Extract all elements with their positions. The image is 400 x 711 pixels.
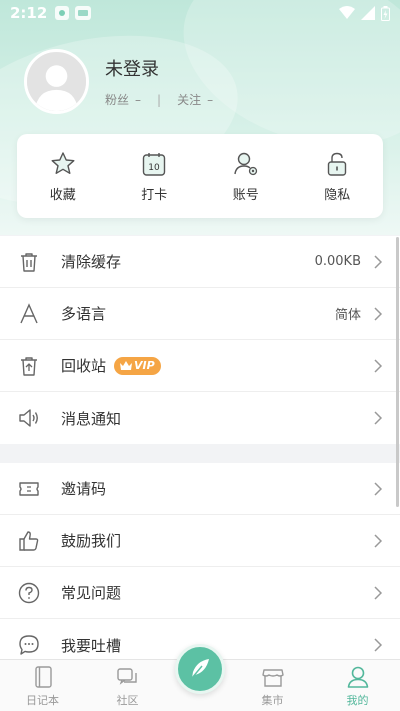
quick-action-account[interactable]: 账号 [206,150,286,203]
row-notifications[interactable]: 消息通知 [0,392,400,444]
row-clear-cache[interactable]: 清除缓存 0.00KB [0,236,400,288]
battery-icon [381,5,390,21]
nav-item-market[interactable]: 集市 [238,659,308,711]
shop-icon [261,669,284,687]
row-label: 常见问题 [61,584,122,602]
trash-icon [21,252,37,272]
row-faq[interactable]: 常见问题 [0,567,400,619]
status-bar: 2:12 [0,0,400,26]
nav-item-mine[interactable]: 我的 [323,659,393,711]
row-label: 回收站 [61,357,107,375]
row-label: 我要吐槽 [61,636,122,655]
row-label: 消息通知 [61,409,122,428]
default-avatar-icon [27,52,86,111]
nav-label: 社区 [116,694,139,707]
crown-icon [120,361,133,370]
quick-action-label: 隐私 [324,187,351,203]
calendar-icon: 10 [143,152,166,176]
quick-action-checkin[interactable]: 10 打卡 [114,150,194,203]
nav-label: 我的 [346,694,369,707]
cache-size-value: 0.00KB [314,254,361,269]
language-value: 简体 [334,308,361,323]
settings-list: 清除缓存 0.00KB 多语言 简体 回收站 VIP 消息通知 [0,236,400,444]
profile-header[interactable]: 未登录 粉丝 – | 关注 – [24,49,213,114]
star-icon [51,151,75,174]
app-notification-icon [55,6,70,20]
question-circle-icon [18,582,40,603]
row-encourage[interactable]: 鼓励我们 [0,515,400,567]
community-chat-icon [116,668,137,685]
avatar[interactable] [24,49,89,114]
chevron-right-icon [374,638,383,652]
signal-icon [361,6,375,20]
user-icon [347,666,368,688]
quick-action-label: 打卡 [141,187,168,203]
chevron-right-icon [374,585,383,600]
username[interactable]: 未登录 [105,55,213,81]
row-label: 多语言 [61,305,107,323]
speaker-icon [19,409,38,427]
feather-pen-icon [191,659,209,679]
wifi-icon [339,6,355,19]
thumbs-up-icon [19,530,39,551]
stat-divider: | [157,92,162,107]
recycle-bin-icon [21,356,37,376]
status-time: 2:12 [10,4,48,22]
more-list: 邀请码 鼓励我们 常见问题 我要吐槽 [0,463,400,671]
row-label: 清除缓存 [61,253,122,271]
chevron-right-icon [374,411,383,425]
notebook-icon [34,666,52,688]
chevron-right-icon [374,358,383,373]
user-gear-icon [234,152,257,175]
nav-label: 日记本 [26,694,59,707]
scrollbar[interactable] [396,237,399,507]
row-label: 邀请码 [61,480,107,498]
row-language[interactable]: 多语言 简体 [0,288,400,340]
vip-badge-text: VIP [134,359,155,372]
row-label: 鼓励我们 [61,532,122,550]
nav-label: 集市 [261,694,284,707]
quick-action-label: 收藏 [49,187,76,203]
follow-count: – [207,92,214,107]
calendar-day-text: 10 [149,163,161,173]
quick-actions-card: 收藏 10 打卡 账号 隐私 [17,134,383,218]
chevron-right-icon [374,533,383,548]
chevron-right-icon [374,481,383,496]
nav-item-diary[interactable]: 日记本 [8,659,78,711]
follow-label[interactable]: 关注 [177,91,201,108]
vip-badge: VIP [114,356,161,375]
fans-label[interactable]: 粉丝 [105,91,129,108]
chevron-right-icon [374,306,383,321]
chat-bubble-icon [19,635,39,655]
quick-action-privacy[interactable]: 隐私 [297,150,377,203]
row-recycle-bin[interactable]: 回收站 VIP [0,340,400,392]
nav-item-community[interactable]: 社区 [93,659,163,711]
fans-count: – [135,92,142,107]
quick-action-label: 账号 [232,187,259,203]
language-a-icon [20,302,38,323]
ticket-icon [19,481,39,496]
quick-action-favorites[interactable]: 收藏 [23,150,103,203]
write-diary-button[interactable] [175,644,225,694]
lock-icon [328,152,347,176]
news-notification-icon [75,6,92,20]
chevron-right-icon [374,254,383,269]
row-invite-code[interactable]: 邀请码 [0,463,400,515]
